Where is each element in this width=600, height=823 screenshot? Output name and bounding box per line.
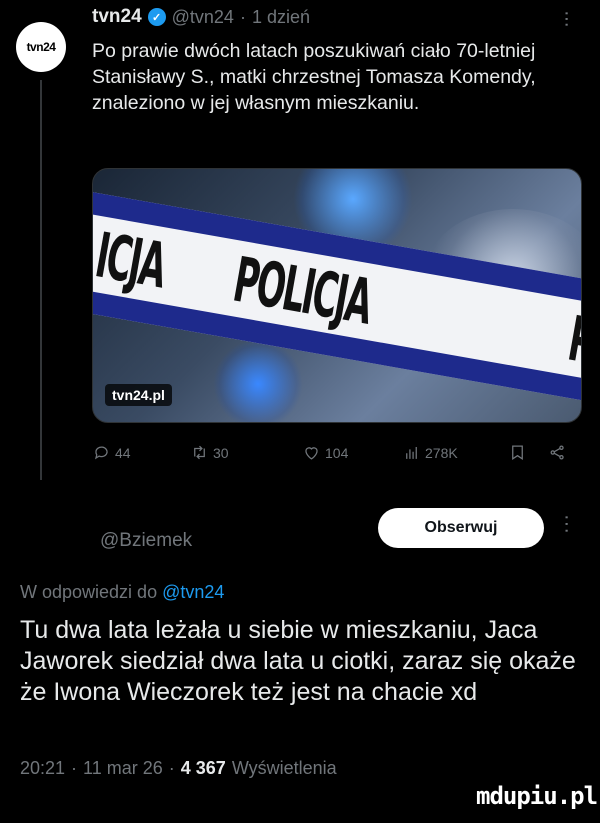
- tweet-time[interactable]: 1 dzień: [252, 7, 310, 28]
- avatar-logo: tvn24: [26, 40, 56, 54]
- retweet-count: 30: [213, 444, 229, 461]
- reply-count: 44: [115, 444, 131, 461]
- media-source-label: tvn24.pl: [105, 384, 172, 406]
- tweet-time[interactable]: 20:21: [20, 758, 65, 779]
- like-button[interactable]: 104: [302, 443, 402, 462]
- in-reply-handle-link[interactable]: @tvn24: [162, 582, 224, 602]
- tweet-actions: 44 30 104 278K: [92, 443, 577, 462]
- views-button[interactable]: 278K: [402, 443, 508, 462]
- retweet-button[interactable]: 30: [190, 443, 302, 462]
- reply-icon: [94, 446, 108, 460]
- thread-line: [40, 80, 42, 480]
- separator: ·: [168, 758, 175, 778]
- in-reply-to: W odpowiedzi do @tvn24: [20, 582, 224, 603]
- watermark-logo: mdupiu.pl: [476, 782, 598, 810]
- separator: ·: [71, 758, 78, 778]
- views-chart-icon: [406, 446, 417, 459]
- tweet-media[interactable]: ICJA POLICJA P tvn24.pl: [92, 168, 582, 423]
- heart-icon: [305, 447, 318, 460]
- views-count: 278K: [425, 444, 458, 461]
- share-button[interactable]: [548, 443, 567, 462]
- views-count: 4 367: [180, 758, 226, 778]
- tweet-meta: 20:21 · 11 mar 26 · 4 367 Wyświetlenia: [20, 758, 337, 779]
- bookmark-button[interactable]: [508, 443, 548, 462]
- bookmark-icon: [512, 445, 523, 461]
- more-options-icon[interactable]: ···: [555, 514, 578, 534]
- tweet-date[interactable]: 11 mar 26: [83, 758, 163, 779]
- share-icon: [550, 445, 564, 460]
- like-count: 104: [325, 444, 349, 461]
- reply-text: Tu dwa lata leżała u siebie w mieszkaniu…: [20, 616, 576, 706]
- original-tweet[interactable]: tvn24 tvn24 ✓ @tvn24 · 1 dzień ··· Po pr…: [0, 0, 600, 495]
- author-handle[interactable]: @tvn24: [172, 7, 234, 28]
- author-name[interactable]: tvn24: [92, 6, 142, 28]
- tape-text-left: ICJA: [92, 218, 171, 303]
- verified-badge-icon: ✓: [147, 8, 166, 26]
- avatar[interactable]: tvn24: [16, 22, 66, 72]
- author-handle[interactable]: @Bziemek: [100, 530, 192, 552]
- views-label: Wyświetlenia: [231, 758, 337, 778]
- in-reply-prefix: W odpowiedzi do: [20, 582, 158, 602]
- more-options-icon[interactable]: ···: [555, 10, 578, 27]
- retweet-icon: [194, 445, 205, 460]
- tweet-text: Po prawie dwóch latach poszukiwań ciało …: [92, 40, 536, 114]
- police-light-blur: [213, 339, 303, 422]
- reply-button[interactable]: 44: [92, 443, 190, 462]
- tweet-header: tvn24 ✓ @tvn24 · 1 dzień: [92, 6, 310, 28]
- follow-button[interactable]: Obserwuj: [378, 508, 544, 548]
- separator: ·: [239, 6, 246, 27]
